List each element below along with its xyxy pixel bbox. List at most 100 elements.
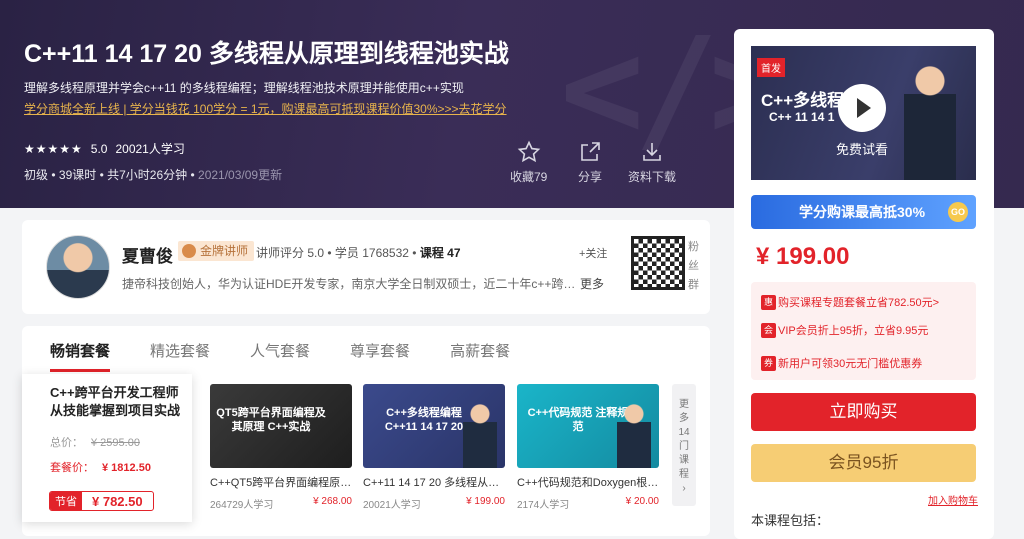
savings-tag: 节省 [50,492,82,510]
star-outline-icon [517,140,540,163]
offer-vip[interactable]: 会 VIP会员折上95折，立省9.95元 [761,322,928,338]
preview-video[interactable]: 首发 C++多线程 C++ 11 14 1 免费试看 [751,46,976,180]
star-rating-icon: ★★★★★ [24,141,83,156]
package-original-price: 总价： ¥ 2595.00 [50,434,140,450]
set-price-value: ¥ 1812.50 [102,462,151,474]
offer-bundle[interactable]: 惠 购买课程专题套餐立省782.50元> [761,294,939,310]
course-meta: 初级 • 39课时 • 共7小时26分钟 • 2021/03/09更新 [24,168,283,182]
tab-popular[interactable]: 人气套餐 [250,340,310,372]
course-thumbnail: C++多线程编程 C++11 14 17 20 [363,384,505,468]
tab-featured[interactable]: 精选套餐 [150,340,210,372]
teacher-courses: 课程 47 [419,246,461,260]
fans-group-label: 粉丝群 [688,241,699,291]
original-price-label: 总价： [50,437,83,449]
buy-now-button[interactable]: 立即购买 [751,393,976,431]
offer-text: VIP会员折上95折，立省9.95元 [778,325,929,337]
tab-bestseller[interactable]: 畅销套餐 [50,340,111,372]
video-title-line1: C++多线程 [761,91,845,110]
badge-label: 金牌讲师 [200,244,249,258]
course-level: 初级 [24,168,49,182]
savings-amount: ¥ 782.50 [92,494,143,509]
package-title: C++跨平台开发工程师 从技能掌握到项目实战 [50,384,184,420]
course-title: C++11 14 17 20 多线程从原理到线程池实战 [24,40,509,68]
rating-score: 5.0 [90,141,108,156]
play-icon[interactable] [838,84,886,132]
course-includes-heading: 本课程包括： [751,513,830,528]
course-price: ¥ 268.00 [313,496,352,507]
course-price: ¥ 199.00 [756,243,850,270]
course-name: C++代码规范和Doxygen根据注释自动生成手册 [517,477,659,489]
offer-text: 购买课程专题套餐立省782.50元> [778,297,940,309]
tab-high-salary[interactable]: 高薪套餐 [450,340,510,372]
package-set-price: 套餐价： ¥ 1812.50 [50,459,151,475]
chevron-right-icon: › [682,483,686,494]
teacher-card: 夏曹俊 金牌讲师 讲师评分 5.0 • 学员 1768532 • 课程 47 +… [22,220,710,314]
video-title-line2: C++ 11 14 1 [769,110,835,124]
course-meta: 264729人学习 ¥ 268.00 [210,496,352,511]
purchase-sidebar: 首发 C++多线程 C++ 11 14 1 免费试看 学分购课最高抵30% GO… [734,29,994,539]
package-course-item[interactable]: QT5跨平台界面编程及其原理 C++实战 C++QT5跨平台界面编程原理及实战 … [210,384,352,511]
offer-text: 新用户可领30元无门槛优惠券 [778,358,923,370]
course-price: ¥ 20.00 [625,496,659,507]
course-learners: 2174人学习 [517,500,570,511]
add-to-cart-link[interactable]: 加入购物车 [928,492,978,507]
first-release-tag: 首发 [757,58,785,77]
teacher-students: 学员 1768532 [334,246,409,260]
share-button[interactable]: 分享 [578,140,602,185]
package-savings-button[interactable]: 节省 ¥ 782.50 [49,491,154,511]
go-icon: GO [948,202,968,222]
more-courses-button[interactable]: 更多14门课程 › [672,384,696,506]
course-learners: 20021人学习 [363,500,421,511]
package-summary-card[interactable]: C++跨平台开发工程师 从技能掌握到项目实战 总价： ¥ 2595.00 套餐价：… [22,374,192,522]
download-materials-button[interactable]: 资料下载 [628,140,676,185]
credit-promo-link[interactable]: 学分商城全新上线 | 学分当钱花 100学分 = 1元，购课最高可抵现课程价值3… [24,100,507,117]
package-title-line2: 从技能掌握到项目实战 [50,403,181,418]
offers-box: 惠 购买课程专题套餐立省782.50元> 会 VIP会员折上95折，立省9.95… [751,282,976,380]
update-date: 2021/03/09更新 [198,168,283,182]
course-meta: 2174人学习 ¥ 20.00 [517,496,659,511]
course-thumbnail: QT5跨平台界面编程及其原理 C++实战 [210,384,352,468]
credit-banner-text: 学分购课最高抵30% [799,204,926,220]
instructor-photo [617,402,651,468]
vip-offer-icon: 会 [761,322,776,338]
coupon-offer-icon: 券 [761,355,776,371]
share-label: 分享 [578,170,603,184]
learner-count: 20021人学习 [115,142,185,156]
course-learners: 264729人学习 [210,500,274,511]
package-panel: 畅销套餐 精选套餐 人气套餐 尊享套餐 高薪套餐 C++跨平台开发工程师 从技能… [22,326,710,536]
course-thumbnail: C++代码规范 注释规范 [517,384,659,468]
course-subtitle: 理解多线程原理并学会c++11 的多线程编程；理解线程池技术原理并能使用c++实… [24,81,464,95]
fans-group-qr-code [631,236,685,290]
medal-icon [182,244,196,258]
teacher-bio: 捷帝科技创始人，华为认证HDE开发专家，南京大学全日制双硕士，近二十年c++跨平… [122,277,577,291]
follow-button[interactable]: +关注 [579,245,607,261]
package-title-line1: C++跨平台开发工程师 [50,385,179,400]
package-tabs: 畅销套餐 精选套餐 人气套餐 尊享套餐 高薪套餐 [50,340,510,372]
tab-premium[interactable]: 尊享套餐 [350,340,410,372]
favorite-button[interactable]: 收藏79 [510,140,547,185]
vip-discount-button[interactable]: 会员95折 [751,444,976,482]
instructor-photo [904,62,956,180]
free-trial-label: 免费试看 [836,142,889,157]
favorite-label: 收藏79 [510,170,548,184]
rating-row: ★★★★★ 5.0 20021人学习 [24,140,185,157]
credit-discount-banner[interactable]: 学分购课最高抵30% GO [751,195,976,229]
course-price: ¥ 199.00 [466,496,505,507]
thumbnail-text: QT5跨平台界面编程及其原理 C++实战 [216,407,326,433]
set-price-label: 套餐价： [50,462,94,474]
teacher-avatar[interactable] [46,235,110,299]
teacher-more-link[interactable]: 更多 [580,275,604,292]
bundle-offer-icon: 惠 [761,294,776,310]
package-course-item[interactable]: C++多线程编程 C++11 14 17 20 C++11 14 17 20 多… [363,384,505,511]
share-icon [581,142,600,161]
teacher-rating: 讲师评分 5.0 [256,246,325,260]
course-name: C++11 14 17 20 多线程从原理到线程池实战 [363,477,505,489]
instructor-photo [463,402,497,468]
course-name: C++QT5跨平台界面编程原理及实战 [210,477,352,489]
package-course-item[interactable]: C++代码规范 注释规范 C++代码规范和Doxygen根据注释自动生成手册 2… [517,384,659,511]
teacher-name[interactable]: 夏曹俊 [122,242,173,267]
offer-coupon[interactable]: 券 新用户可领30元无门槛优惠券 [761,355,922,371]
download-label: 资料下载 [628,170,677,184]
lesson-count: 39课时 [58,168,97,182]
original-price-value: ¥ 2595.00 [91,437,140,449]
